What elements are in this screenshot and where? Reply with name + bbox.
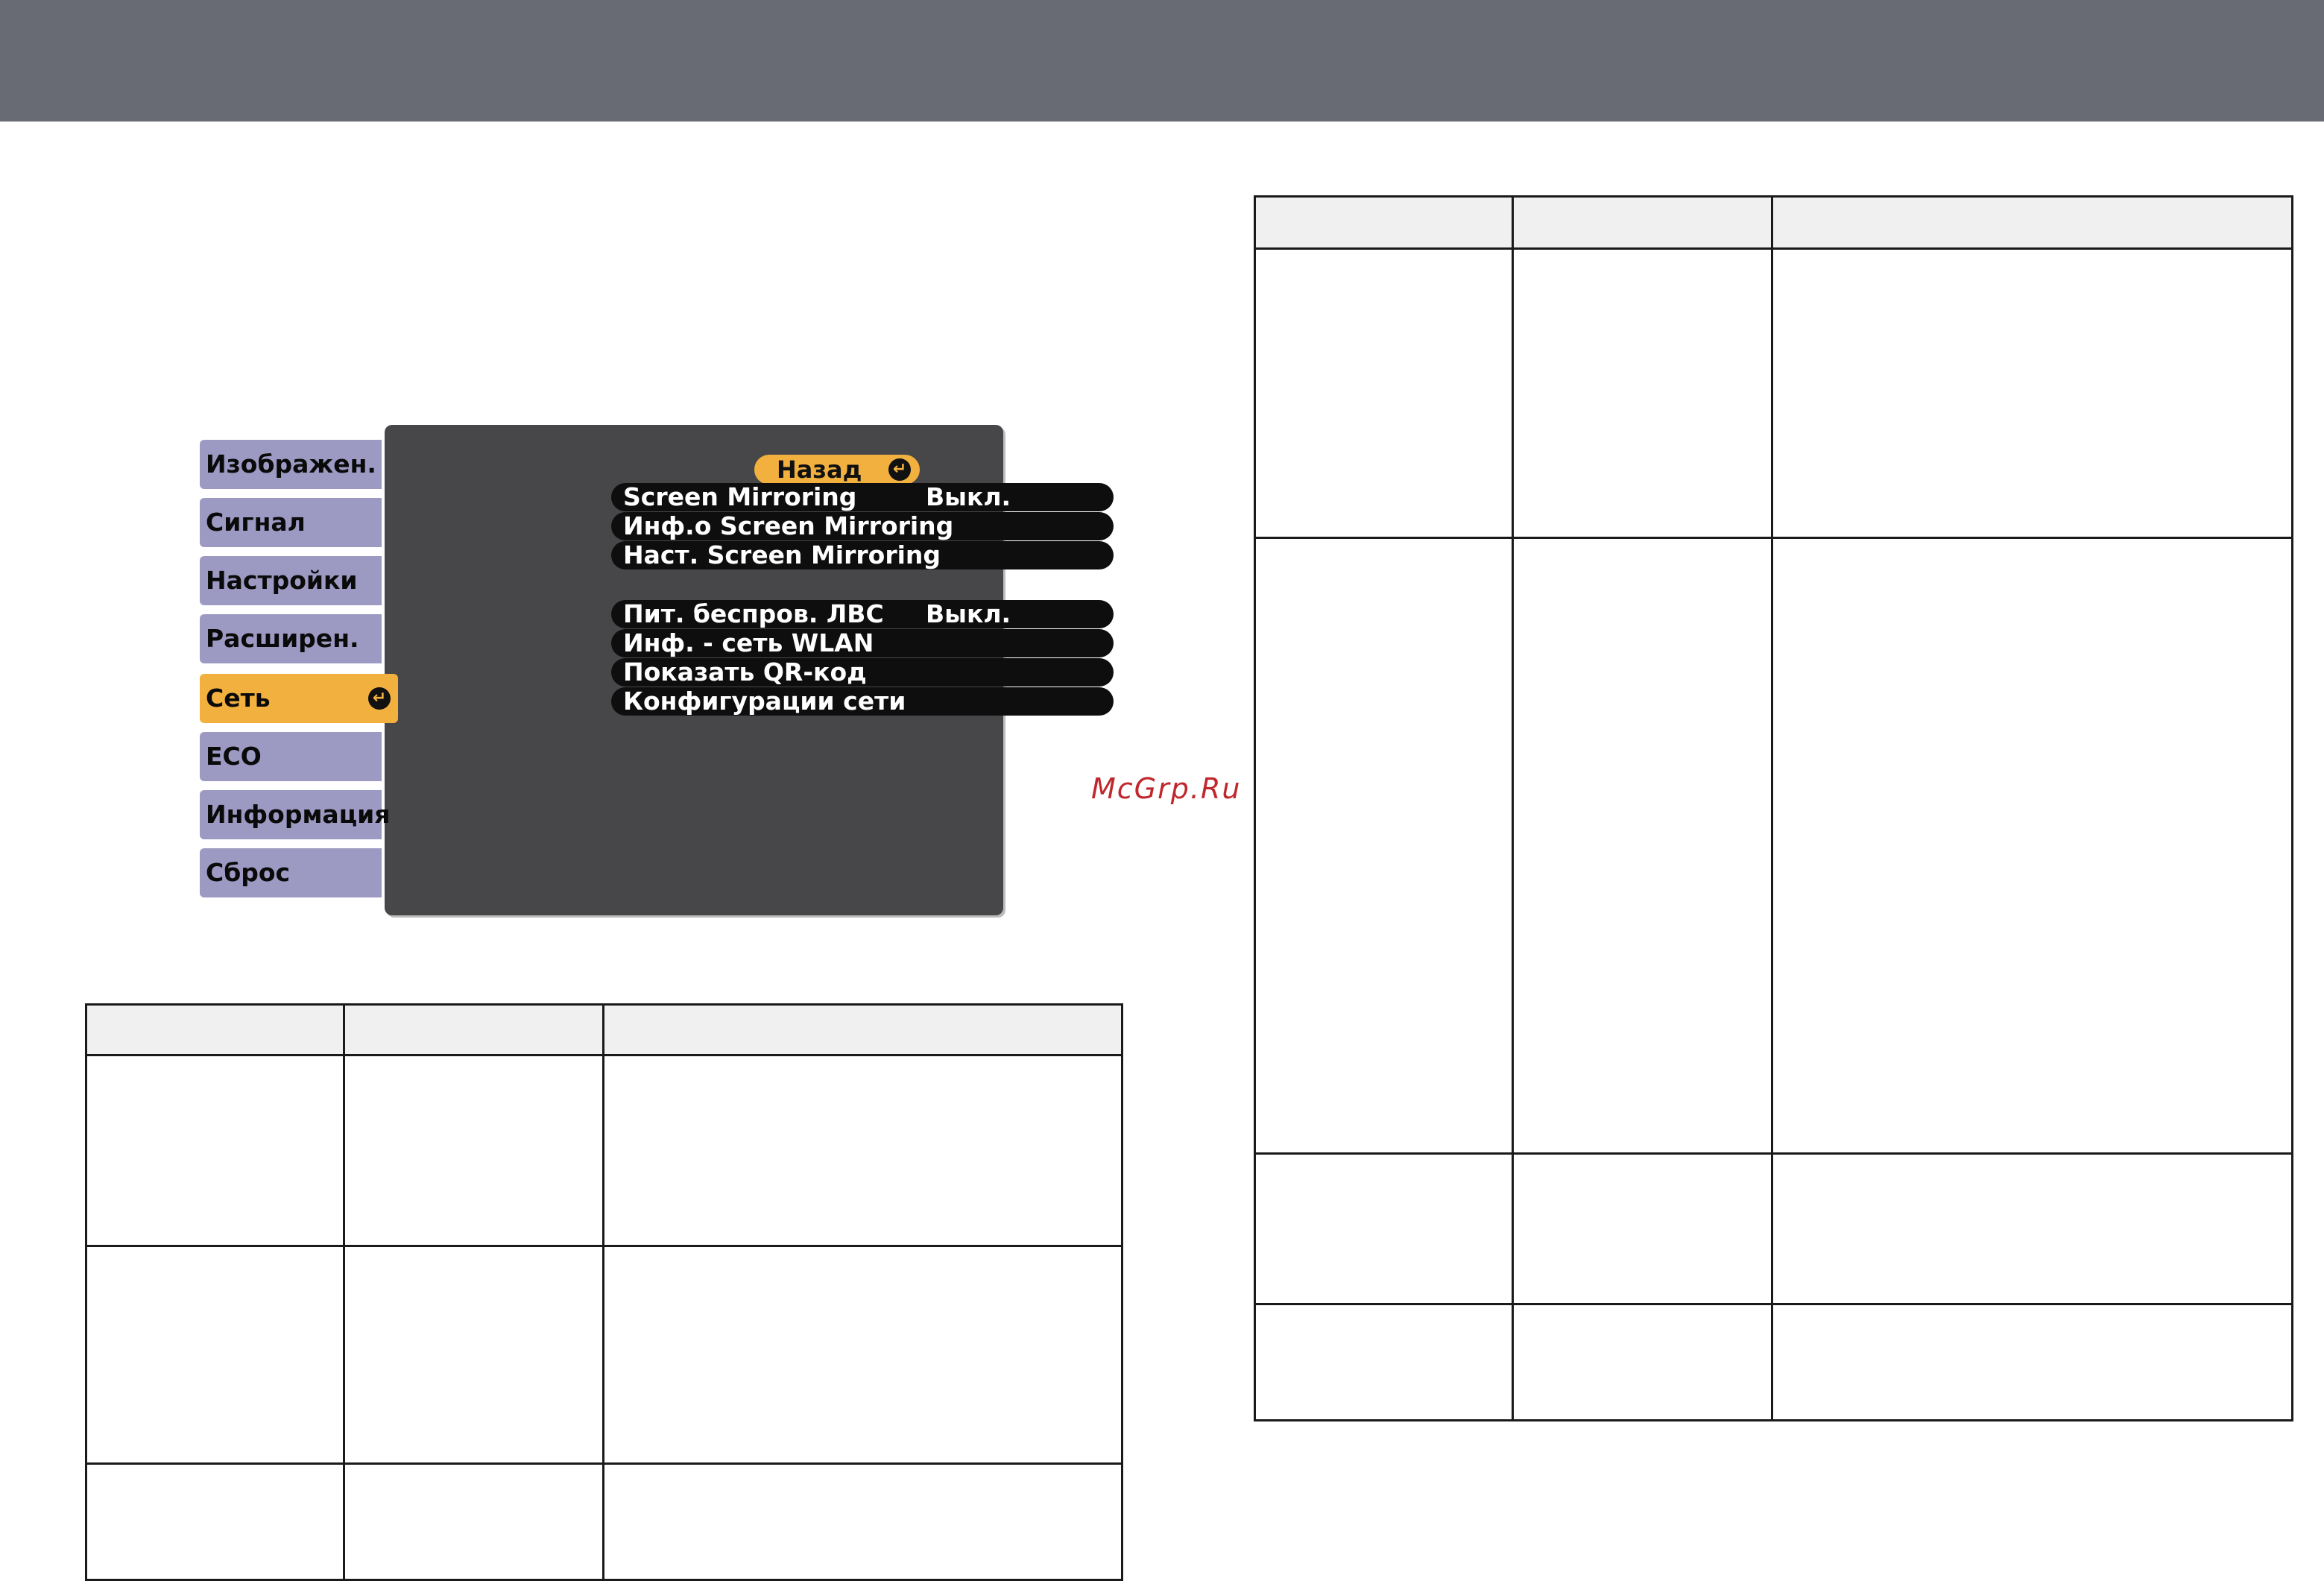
sidebar-item-label: ECO xyxy=(206,742,262,771)
sidebar-item-network[interactable]: Сеть ↵ xyxy=(200,674,398,723)
menu-item-show-qr-code[interactable]: Показать QR-код xyxy=(611,658,1114,687)
settings-table-left xyxy=(85,1003,1123,1581)
table-cell xyxy=(1512,1303,1773,1421)
menu-item-wlan-info[interactable]: Инф. - сеть WLAN xyxy=(611,629,1114,657)
watermark: McGrp.Ru xyxy=(1091,772,1242,805)
table-cell xyxy=(1512,537,1773,1155)
menu-item-label: Конфигурации сети xyxy=(623,687,906,716)
table-header-cell xyxy=(1771,195,2293,250)
projector-osd-menu: Изображен. Сигнал Настройки Расширен. Се… xyxy=(197,425,1114,921)
menu-item-screen-mirroring-settings[interactable]: Наст. Screen Mirroring xyxy=(611,541,1114,569)
table-header-cell xyxy=(1254,195,1514,250)
table-cell xyxy=(85,1462,345,1581)
table-cell xyxy=(1512,247,1773,539)
table-row xyxy=(85,1245,1123,1465)
menu-item-label: Показать QR-код xyxy=(623,657,867,687)
table-row xyxy=(1254,247,2293,539)
table-cell xyxy=(602,1245,1123,1465)
table-header-row xyxy=(1254,195,2293,250)
table-cell xyxy=(1254,1152,1514,1305)
sidebar-item-info[interactable]: Информация xyxy=(200,790,390,839)
table-cell xyxy=(1771,247,2293,539)
menu-item-value: Выкл. xyxy=(926,599,1011,628)
table-cell xyxy=(85,1245,345,1465)
menu-item-value: Выкл. xyxy=(926,482,1011,511)
menu-item-label: Пит. беспров. ЛВС xyxy=(623,599,884,628)
back-button[interactable]: Назад ↵ xyxy=(754,455,920,485)
sidebar-item-label: Расширен. xyxy=(206,624,359,653)
table-cell xyxy=(1254,247,1514,539)
menu-item-label: Screen Mirroring xyxy=(623,482,857,511)
table-row xyxy=(85,1054,1123,1247)
table-cell xyxy=(85,1054,345,1247)
menu-item-screen-mirroring[interactable]: Screen Mirroring Выкл. xyxy=(611,483,1114,511)
table-cell xyxy=(602,1462,1123,1581)
menu-item-wireless-lan-power[interactable]: Пит. беспров. ЛВС Выкл. xyxy=(611,600,1114,628)
menu-item-network-config[interactable]: Конфигурации сети xyxy=(611,687,1114,716)
table-cell xyxy=(1254,537,1514,1155)
settings-table-right xyxy=(1254,195,2293,1421)
back-button-label: Назад xyxy=(777,455,862,484)
sidebar-item-label: Сеть xyxy=(206,684,271,713)
table-header-cell xyxy=(1512,195,1773,250)
sidebar-item-settings[interactable]: Настройки xyxy=(200,556,382,605)
table-header-row xyxy=(85,1003,1123,1056)
table-row xyxy=(1254,537,2293,1155)
table-header-cell xyxy=(85,1003,345,1056)
table-row xyxy=(1254,1152,2293,1305)
header-bar xyxy=(0,0,2324,122)
table-cell xyxy=(1771,1303,2293,1421)
table-cell xyxy=(602,1054,1123,1247)
menu-item-label: Инф. - сеть WLAN xyxy=(623,628,874,657)
table-header-cell xyxy=(343,1003,604,1056)
sidebar-item-reset[interactable]: Сброс xyxy=(200,848,382,897)
menu-item-screen-mirroring-info[interactable]: Инф.о Screen Mirroring xyxy=(611,512,1114,540)
table-row xyxy=(85,1462,1123,1581)
table-cell xyxy=(1771,537,2293,1155)
table-cell xyxy=(343,1462,604,1581)
enter-icon: ↵ xyxy=(368,687,391,710)
table-row xyxy=(1254,1303,2293,1421)
sidebar-item-label: Сброс xyxy=(206,858,291,887)
menu-item-label: Инф.о Screen Mirroring xyxy=(623,511,954,540)
table-cell xyxy=(1512,1152,1773,1305)
sidebar-item-label: Информация xyxy=(206,800,391,829)
table-cell xyxy=(343,1054,604,1247)
menu-item-label: Наст. Screen Mirroring xyxy=(623,540,941,569)
enter-icon: ↵ xyxy=(888,458,911,481)
table-header-cell xyxy=(602,1003,1123,1056)
sidebar-item-label: Изображен. xyxy=(206,449,376,479)
table-cell xyxy=(1771,1152,2293,1305)
sidebar-item-label: Настройки xyxy=(206,566,358,595)
sidebar-item-label: Сигнал xyxy=(206,508,306,537)
sidebar-item-signal[interactable]: Сигнал xyxy=(200,498,382,547)
sidebar-item-eco[interactable]: ECO xyxy=(200,732,382,781)
sidebar-item-image[interactable]: Изображен. xyxy=(200,440,382,489)
table-cell xyxy=(1254,1303,1514,1421)
table-cell xyxy=(343,1245,604,1465)
sidebar-item-extended[interactable]: Расширен. xyxy=(200,614,382,663)
